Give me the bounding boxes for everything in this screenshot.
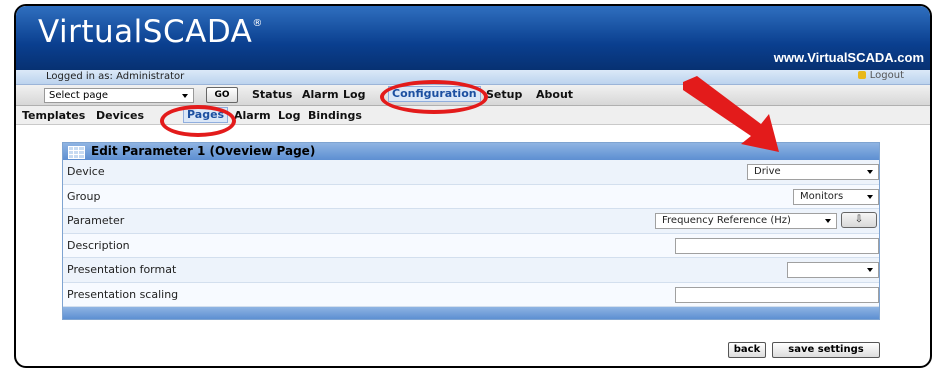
description-input[interactable] — [675, 237, 879, 254]
subnav-bindings[interactable]: Bindings — [308, 109, 362, 122]
site-url[interactable]: www.VirtualSCADA.com — [774, 50, 924, 65]
presentation-format-label: Presentation format — [67, 263, 177, 276]
subnav-templates[interactable]: Templates — [22, 109, 85, 122]
nav-status[interactable]: Status — [252, 88, 292, 101]
presentation-format-dropdown[interactable] — [787, 262, 879, 278]
back-button[interactable]: back — [728, 342, 766, 358]
nav-configuration[interactable]: Configuration — [388, 86, 481, 102]
presentation-scaling-label: Presentation scaling — [67, 287, 179, 301]
group-label: Group — [67, 189, 101, 203]
row-parameter: Parameter Frequency Reference (Hz) ⇩ — [63, 209, 879, 234]
edit-parameter-panel: Edit Parameter 1 (Oveview Page) Device D… — [62, 142, 880, 320]
logout-link[interactable]: Logout — [857, 70, 904, 81]
parameter-dropdown[interactable]: Frequency Reference (Hz) — [655, 213, 837, 229]
panel-footer — [63, 307, 879, 319]
header-banner: VirtualSCADA® www.VirtualSCADA.com — [16, 6, 930, 70]
device-dropdown[interactable]: Drive — [747, 164, 879, 180]
parameter-label: Parameter — [67, 214, 125, 227]
description-label: Description — [67, 238, 130, 252]
group-dropdown[interactable]: Monitors — [793, 188, 879, 205]
nav-about[interactable]: About — [536, 88, 573, 101]
chevron-down-icon — [867, 170, 873, 174]
nav-alarm[interactable]: Alarm — [302, 88, 339, 101]
subnav-log[interactable]: Log — [278, 109, 300, 122]
subnav-alarm[interactable]: Alarm — [234, 109, 271, 122]
row-presentation-scaling: Presentation scaling — [63, 282, 879, 307]
panel-title: Edit Parameter 1 (Oveview Page) — [91, 144, 316, 158]
nav-log[interactable]: Log — [343, 88, 365, 101]
subnav-pages[interactable]: Pages — [183, 107, 229, 123]
form-rows: Device Drive Group Monitors Parameter Fr… — [63, 160, 879, 307]
row-group: Group Monitors — [63, 184, 879, 209]
parameter-browse-button[interactable]: ⇩ — [841, 212, 877, 228]
subnav-devices[interactable]: Devices — [96, 109, 144, 122]
chevron-down-icon — [867, 194, 873, 199]
save-settings-button[interactable]: save settings — [772, 342, 880, 358]
app-window: VirtualSCADA® www.VirtualSCADA.com Logge… — [14, 4, 932, 368]
row-presentation-format: Presentation format — [63, 258, 879, 283]
red-arrow-icon — [683, 76, 779, 152]
row-description: Description — [63, 233, 879, 258]
row-device: Device Drive — [63, 160, 879, 185]
go-button[interactable]: GO — [206, 87, 238, 103]
nav-setup[interactable]: Setup — [486, 88, 522, 101]
table-icon — [68, 146, 85, 159]
chevron-down-icon — [867, 268, 873, 272]
login-status: Logged in as: Administrator — [46, 71, 185, 82]
presentation-scaling-input[interactable] — [675, 286, 879, 303]
chevron-down-icon — [182, 94, 188, 98]
device-label: Device — [67, 165, 105, 178]
select-page-dropdown[interactable]: Select page — [44, 88, 194, 103]
brand-logo: VirtualSCADA® — [38, 14, 263, 50]
chevron-down-icon — [825, 219, 831, 223]
arrow-down-icon: ⇩ — [854, 214, 864, 225]
lock-icon — [857, 71, 866, 79]
